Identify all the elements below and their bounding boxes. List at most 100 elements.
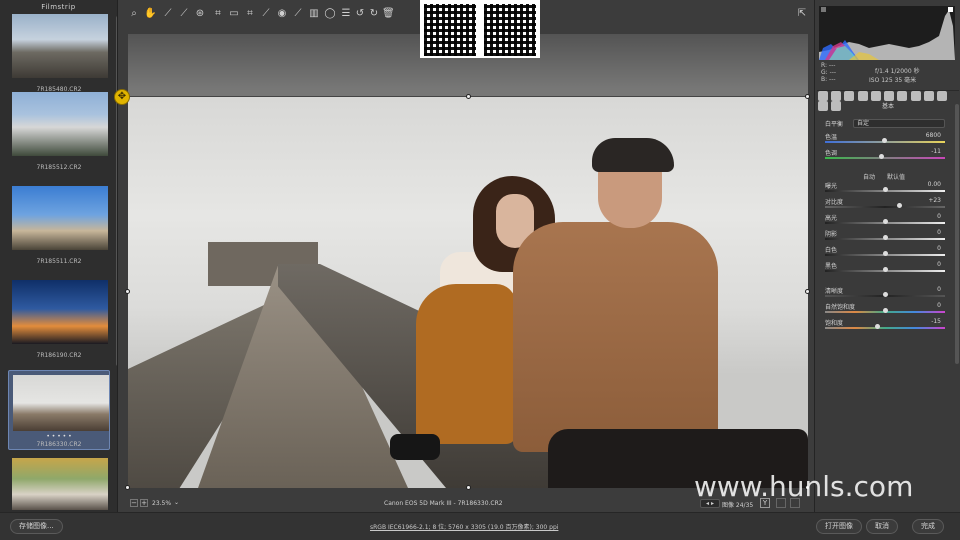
thumbnail-image — [13, 375, 109, 431]
move-handle-icon[interactable]: ✥ — [114, 89, 130, 105]
exposure-slider-knob[interactable] — [883, 187, 888, 192]
chevron-down-icon[interactable]: ⌄ — [174, 499, 179, 506]
open-image-button[interactable]: 打开图像 — [816, 519, 862, 534]
crop-handle-top[interactable] — [466, 94, 471, 99]
straighten-icon[interactable]: ▭ — [228, 8, 240, 20]
temp-value[interactable]: 6800 — [926, 132, 941, 139]
vibrance-value[interactable]: 0 — [937, 302, 941, 309]
crop-handle-left[interactable] — [125, 289, 130, 294]
blacks-slider[interactable] — [825, 267, 945, 272]
panel-scrollbar[interactable] — [955, 104, 959, 364]
tab-presets-icon[interactable] — [937, 91, 948, 101]
shadows-value[interactable]: 0 — [937, 229, 941, 236]
highlights-value[interactable]: 0 — [937, 213, 941, 220]
saturation-slider[interactable] — [825, 324, 945, 329]
graduated-filter-icon[interactable]: ▥ — [308, 8, 320, 20]
cancel-button[interactable]: 取消 — [866, 519, 898, 534]
zoom-out-icon[interactable]: − — [130, 499, 138, 507]
transform-icon[interactable]: ⌗ — [244, 8, 256, 20]
default-link[interactable]: 默认值 — [887, 174, 905, 181]
tint-slider-knob[interactable] — [879, 154, 884, 159]
thumbnail-rating[interactable]: • • • • • — [9, 433, 109, 440]
filmstrip-thumb-selected[interactable]: • • • • • 7R186330.CR2 — [8, 370, 110, 450]
target-adjust-icon[interactable]: ⊛ — [194, 8, 206, 20]
filmstrip-thumb[interactable]: 7R186190.CR2 — [8, 280, 110, 359]
rotate-right-icon[interactable]: ↻ — [368, 8, 380, 20]
contrast-slider[interactable] — [825, 203, 945, 208]
filmstrip-thumb[interactable]: 7R185480.CR2 — [8, 14, 110, 93]
crop-handle-bottom[interactable] — [466, 485, 471, 490]
preferences-icon[interactable]: ☰ — [340, 8, 352, 20]
filmstrip-thumb[interactable]: 7R185512.CR2 — [8, 92, 110, 171]
crop-handle-right[interactable] — [805, 289, 810, 294]
temp-slider-knob[interactable] — [882, 138, 887, 143]
red-eye-icon[interactable]: ◉ — [276, 8, 288, 20]
filmstrip-panel: Filmstrip 7R185480.CR2 7R185512.CR2 7R18… — [0, 0, 118, 512]
shadows-slider-knob[interactable] — [883, 235, 888, 240]
color-sampler-icon[interactable]: ⟋ — [178, 8, 190, 20]
crop-handle-bottom-left[interactable] — [125, 485, 130, 490]
highlight-clipping-icon[interactable] — [948, 7, 953, 12]
zoom-in-icon[interactable]: + — [140, 499, 148, 507]
adjustment-panel: R: --- G: --- B: --- f/1.4 1/2000 秒 ISO … — [814, 0, 960, 512]
tab-calibration-icon[interactable] — [923, 91, 934, 101]
exposure-value[interactable]: 0.00 — [928, 181, 941, 188]
tab-hsl-icon[interactable] — [857, 91, 868, 101]
auto-link[interactable]: 自动 — [863, 174, 875, 181]
highlights-label: 高光 — [825, 215, 838, 222]
shadows-slider[interactable] — [825, 235, 945, 240]
whites-value[interactable]: 0 — [937, 245, 941, 252]
radial-filter-icon[interactable]: ◯ — [324, 8, 336, 20]
vibrance-label: 自然饱和度 — [825, 304, 856, 311]
tab-basic-icon[interactable] — [818, 91, 828, 101]
contrast-value[interactable]: +23 — [928, 197, 941, 204]
saturation-slider-knob[interactable] — [875, 324, 880, 329]
temp-slider[interactable] — [825, 138, 945, 143]
contrast-slider-knob[interactable] — [897, 203, 902, 208]
whites-slider[interactable] — [825, 251, 945, 256]
spot-removal-icon[interactable]: ⟋ — [260, 8, 272, 20]
image-preview[interactable] — [128, 34, 808, 488]
tab-fx-icon[interactable] — [910, 91, 921, 101]
done-button[interactable]: 完成 — [912, 519, 944, 534]
workflow-options-link[interactable]: sRGB IEC61966-2.1; 8 位; 5760 x 3305 (19.… — [370, 522, 558, 531]
filmstrip-scrollbar[interactable] — [116, 16, 117, 366]
fullscreen-icon[interactable]: ⇱ — [796, 8, 808, 20]
adjustment-brush-icon[interactable]: ⟋ — [292, 8, 304, 20]
clarity-slider[interactable] — [825, 292, 945, 297]
thumbnail-image — [12, 186, 108, 250]
vibrance-slider-knob[interactable] — [883, 308, 888, 313]
clarity-value[interactable]: 0 — [937, 286, 941, 293]
tab-effects-icon[interactable] — [897, 91, 908, 101]
exposure-slider[interactable] — [825, 187, 945, 192]
tab-split-toning-icon[interactable] — [870, 91, 881, 101]
zoom-level[interactable]: 23.5% — [152, 500, 171, 507]
tab-lens-icon[interactable] — [884, 91, 895, 101]
vibrance-slider[interactable] — [825, 308, 945, 313]
blacks-slider-knob[interactable] — [883, 267, 888, 272]
crop-handle-top-right[interactable] — [805, 94, 810, 99]
filmstrip-thumb[interactable] — [8, 458, 110, 510]
tint-value[interactable]: -11 — [931, 148, 941, 155]
white-balance-select[interactable]: 自定 — [853, 119, 945, 128]
highlights-slider[interactable] — [825, 219, 945, 224]
zoom-icon[interactable]: ⌕ — [128, 8, 140, 20]
white-balance-icon[interactable]: ⟋ — [162, 8, 174, 20]
highlights-slider-knob[interactable] — [883, 219, 888, 224]
tab-curve-icon[interactable] — [831, 91, 842, 101]
trash-icon[interactable]: 🗑 — [382, 8, 395, 20]
clarity-slider-knob[interactable] — [883, 292, 888, 297]
saturation-value[interactable]: -15 — [931, 318, 941, 325]
crop-icon[interactable]: ⌗ — [212, 8, 224, 20]
qr-code-icon — [484, 4, 536, 56]
tint-slider[interactable] — [825, 154, 945, 159]
save-image-button[interactable]: 存储图像... — [10, 519, 63, 534]
blacks-value[interactable]: 0 — [937, 261, 941, 268]
filmstrip-thumb[interactable]: 7R185511.CR2 — [8, 186, 110, 265]
hand-icon[interactable]: ✋ — [144, 8, 156, 20]
shadow-clipping-icon[interactable] — [821, 7, 826, 12]
tab-detail-icon[interactable] — [844, 91, 855, 101]
whites-slider-knob[interactable] — [883, 251, 888, 256]
contrast-label: 对比度 — [825, 199, 844, 206]
rotate-left-icon[interactable]: ↺ — [354, 8, 366, 20]
